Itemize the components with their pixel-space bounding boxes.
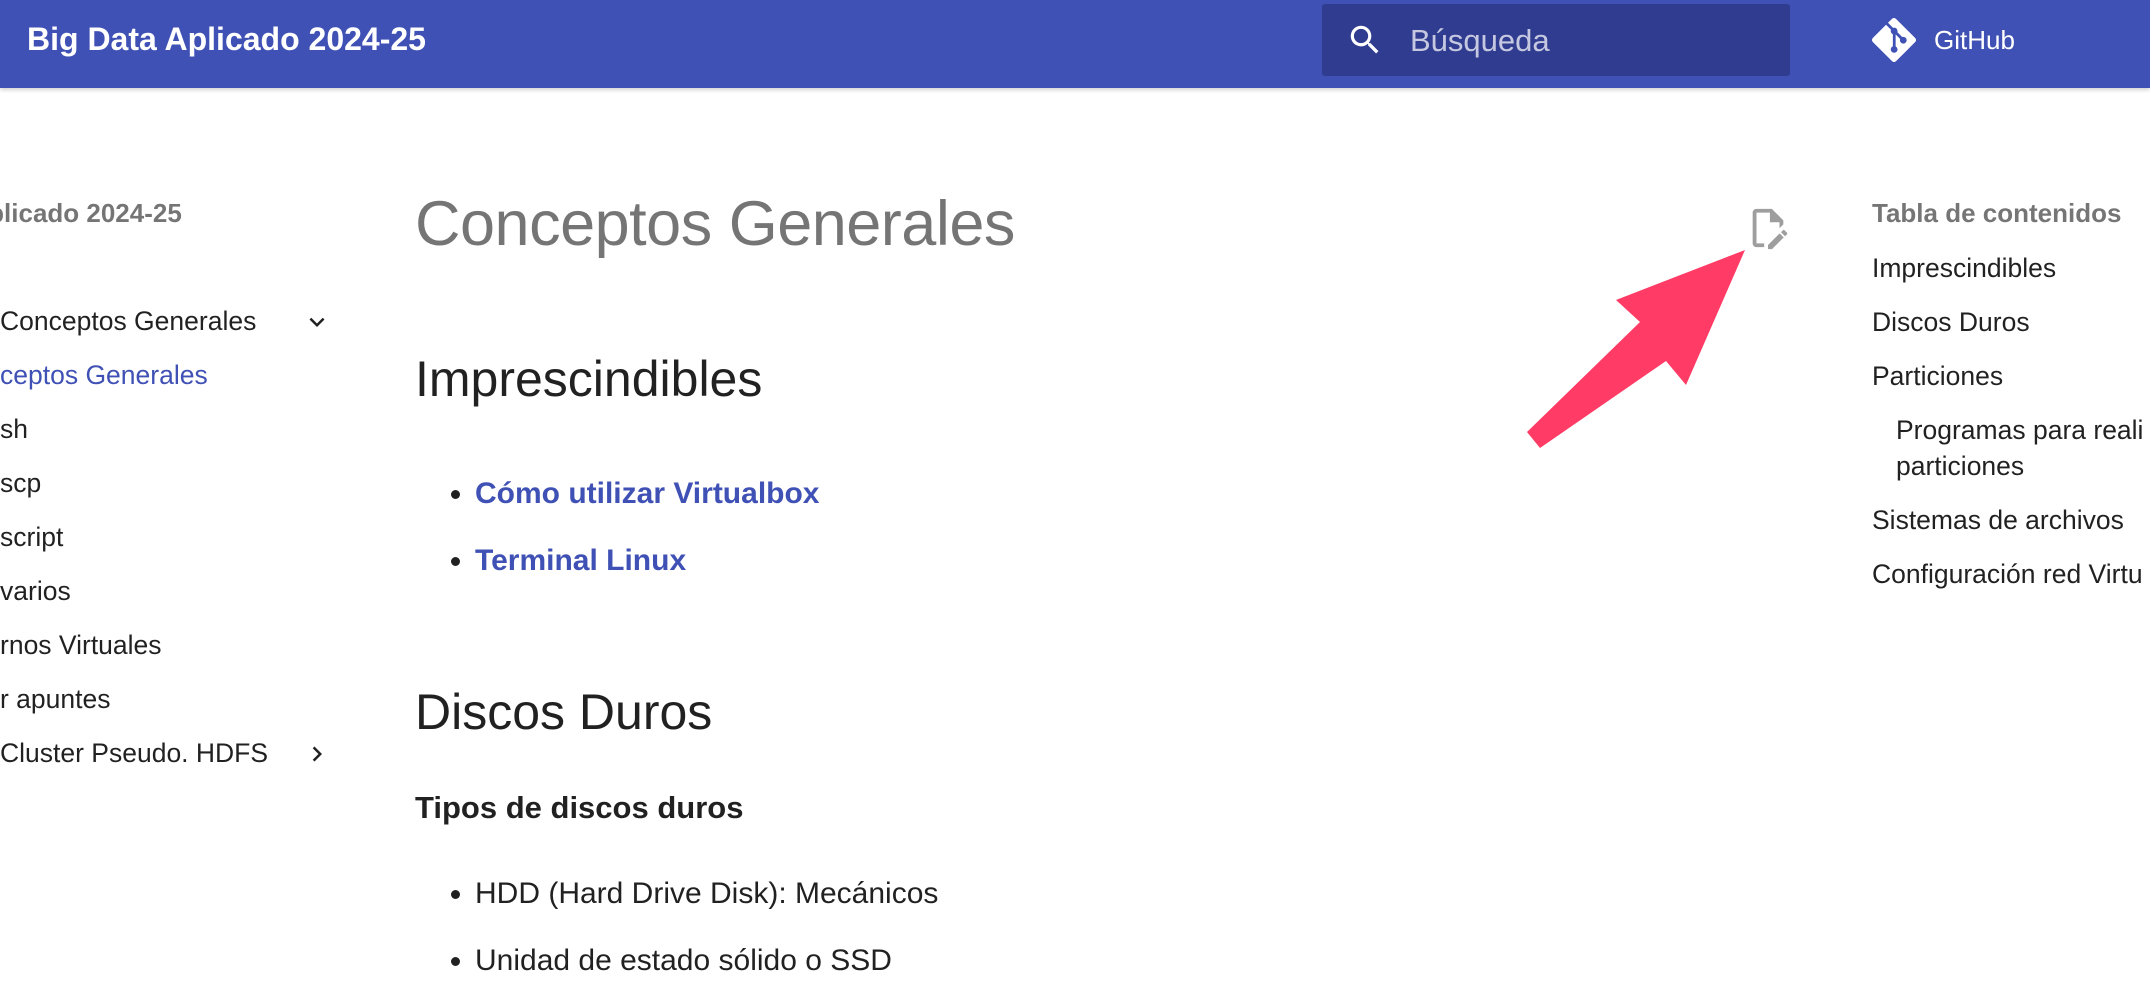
github-link[interactable]: GitHub bbox=[1872, 16, 2015, 64]
sidebar-item-cluster-hdfs[interactable]: Cluster Pseudo. HDFS bbox=[0, 736, 268, 770]
toc-item-programas-particiones-cont[interactable]: particiones bbox=[1896, 448, 2024, 484]
toc-item-configuracion-red[interactable]: Configuración red Virtu bbox=[1872, 556, 2143, 592]
list-item-ssd: Unidad de estado sólido o SSD bbox=[475, 944, 892, 977]
sidebar-item-script[interactable]: script bbox=[0, 520, 63, 554]
github-label: GitHub bbox=[1934, 24, 2015, 55]
sidebar-item-apuntes[interactable]: r apuntes bbox=[0, 682, 111, 716]
section-heading-discos-duros: Discos Duros bbox=[415, 684, 713, 740]
sidebar-item-entornos-virtuales[interactable]: rnos Virtuales bbox=[0, 628, 162, 662]
toc-item-programas-particiones[interactable]: Programas para reali bbox=[1896, 412, 2143, 448]
toc-title: Tabla de contenidos bbox=[1872, 198, 2122, 228]
top-header: Big Data Aplicado 2024-25 GitHub bbox=[0, 0, 2150, 88]
list-bullet bbox=[451, 890, 460, 899]
chevron-right-icon[interactable] bbox=[302, 739, 332, 769]
search-box[interactable] bbox=[1322, 4, 1790, 76]
chevron-down-icon[interactable] bbox=[302, 307, 332, 337]
list-bullet bbox=[451, 957, 460, 966]
page-title: Conceptos Generales bbox=[415, 189, 1015, 259]
section-heading-imprescindibles: Imprescindibles bbox=[415, 351, 763, 407]
search-icon bbox=[1350, 25, 1379, 54]
sidebar-item-ssh[interactable]: sh bbox=[0, 412, 28, 446]
site-title[interactable]: Big Data Aplicado 2024-25 bbox=[27, 18, 426, 60]
list-bullet bbox=[451, 490, 460, 499]
list-item-hdd: HDD (Hard Drive Disk): Mecánicos bbox=[475, 877, 939, 910]
sidebar-item-varios[interactable]: varios bbox=[0, 574, 71, 608]
link-virtualbox[interactable]: Cómo utilizar Virtualbox bbox=[475, 476, 820, 512]
list-bullet bbox=[451, 557, 460, 566]
subsection-heading: Tipos de discos duros bbox=[415, 790, 744, 825]
sidebar-item-conceptos-generales-section[interactable]: Conceptos Generales bbox=[0, 304, 256, 338]
sidebar-item-scp[interactable]: scp bbox=[0, 466, 41, 500]
toc-item-sistemas-archivos[interactable]: Sistemas de archivos bbox=[1872, 502, 2124, 538]
toc-item-discos-duros[interactable]: Discos Duros bbox=[1872, 304, 2030, 340]
git-icon bbox=[1872, 18, 1916, 62]
search-input[interactable] bbox=[1408, 18, 1772, 64]
toc-item-imprescindibles[interactable]: Imprescindibles bbox=[1872, 250, 2056, 286]
toc-item-particiones[interactable]: Particiones bbox=[1872, 358, 2003, 394]
sidebar-item-conceptos-generales[interactable]: ceptos Generales bbox=[0, 358, 208, 392]
arrow-annotation bbox=[1527, 250, 1745, 448]
link-terminal-linux[interactable]: Terminal Linux bbox=[475, 543, 686, 579]
sidebar-title: ta Aplicado 2024-25 bbox=[0, 198, 182, 228]
